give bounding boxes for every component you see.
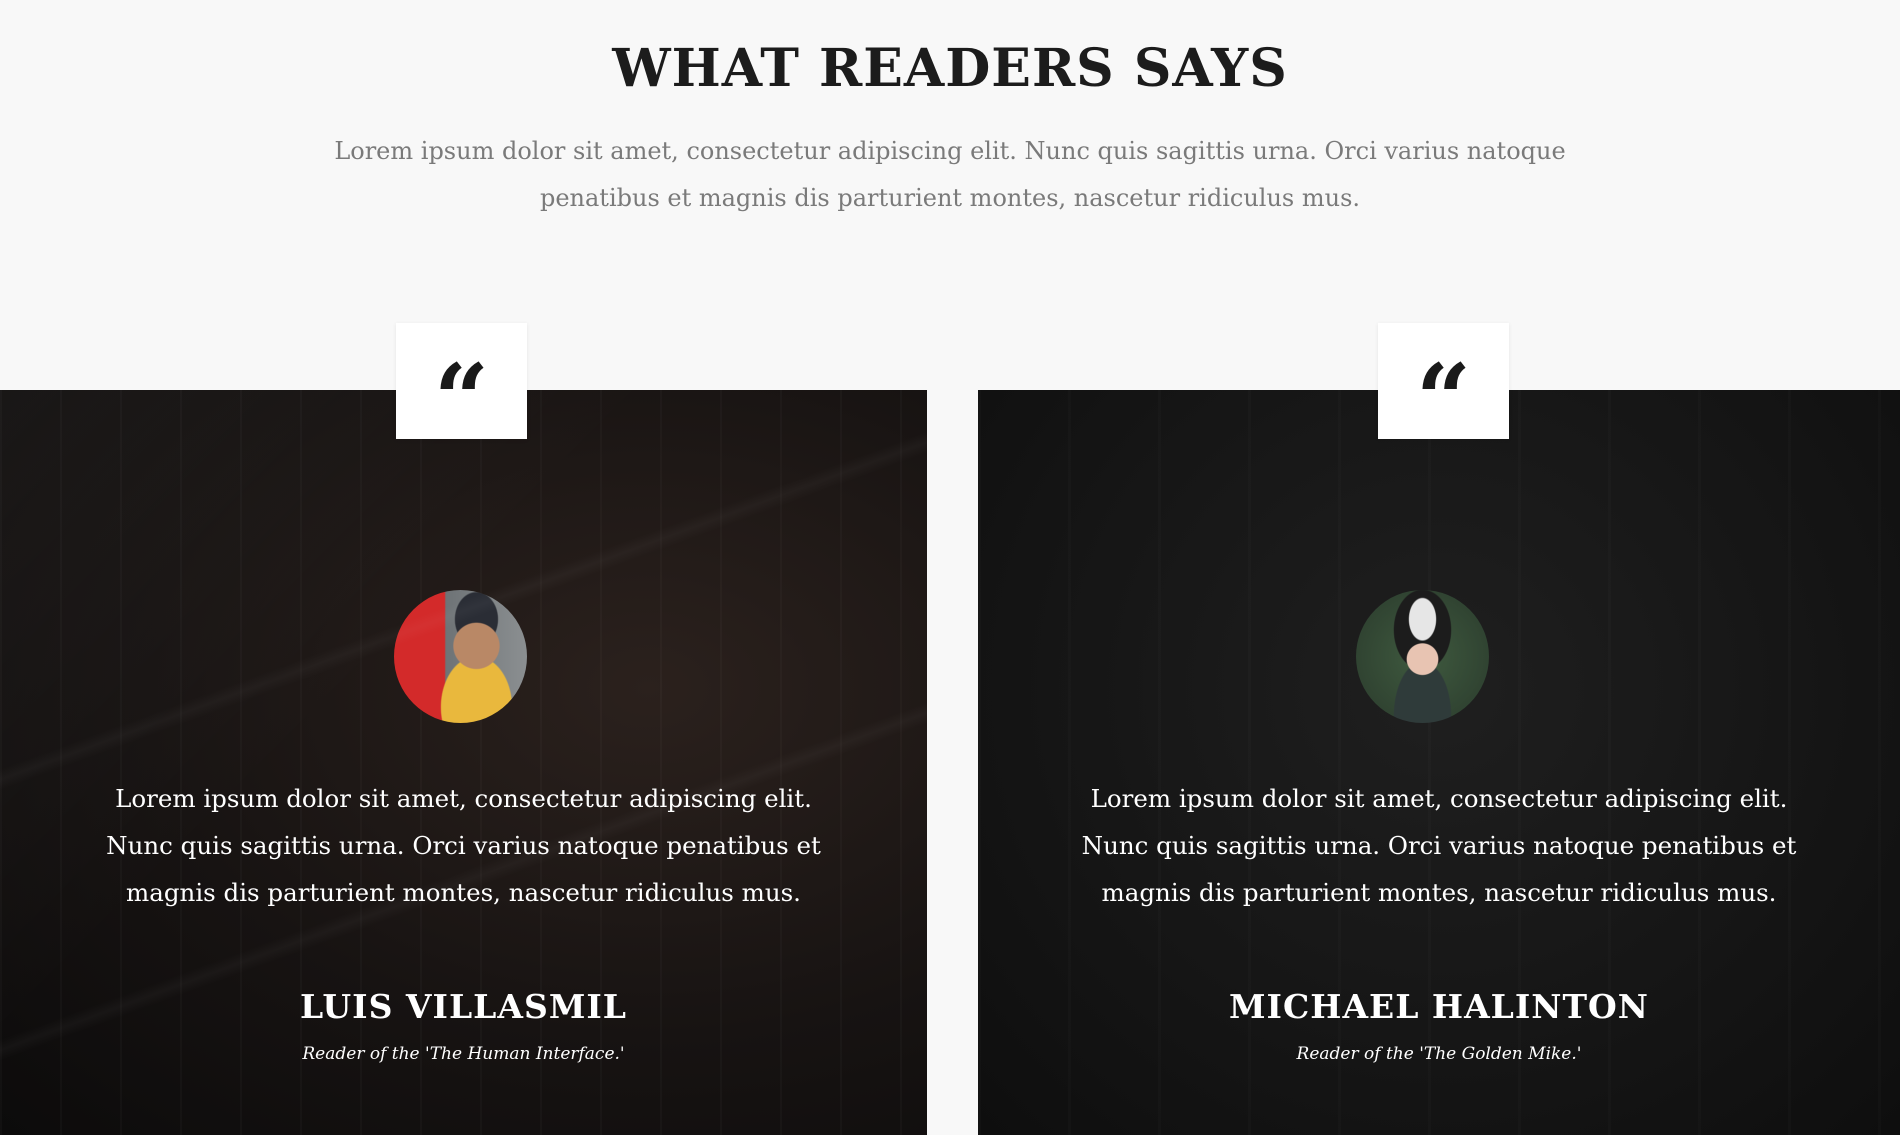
testimonial-text: Lorem ipsum dolor sit amet, consectetur … — [1081, 784, 1797, 907]
reader-name: Luis Villasmil — [300, 987, 627, 1026]
section-subtitle: Lorem ipsum dolor sit amet, consectetur … — [334, 137, 1566, 212]
testimonial-text: Lorem ipsum dolor sit amet, consectetur … — [106, 784, 821, 907]
testimonial-card-1: Lorem ipsum dolor sit amet, consectetur … — [0, 390, 927, 1135]
reader-role: Reader of the 'The Golden Mike.' — [1296, 1044, 1582, 1064]
reader-role: Reader of the 'The Human Interface.' — [302, 1044, 625, 1064]
reader-avatar — [394, 590, 527, 723]
quote-box: “ — [1378, 323, 1509, 448]
quote-icon: “ — [1415, 343, 1472, 456]
testimonial-card-2: Lorem ipsum dolor sit amet, consectetur … — [978, 390, 1900, 1135]
quote-box: “ — [396, 323, 527, 448]
reader-avatar — [1356, 590, 1489, 723]
reader-name: Michael Halinton — [1229, 987, 1649, 1026]
quote-icon: “ — [433, 343, 490, 456]
section-title: What Readers Says — [612, 38, 1288, 99]
